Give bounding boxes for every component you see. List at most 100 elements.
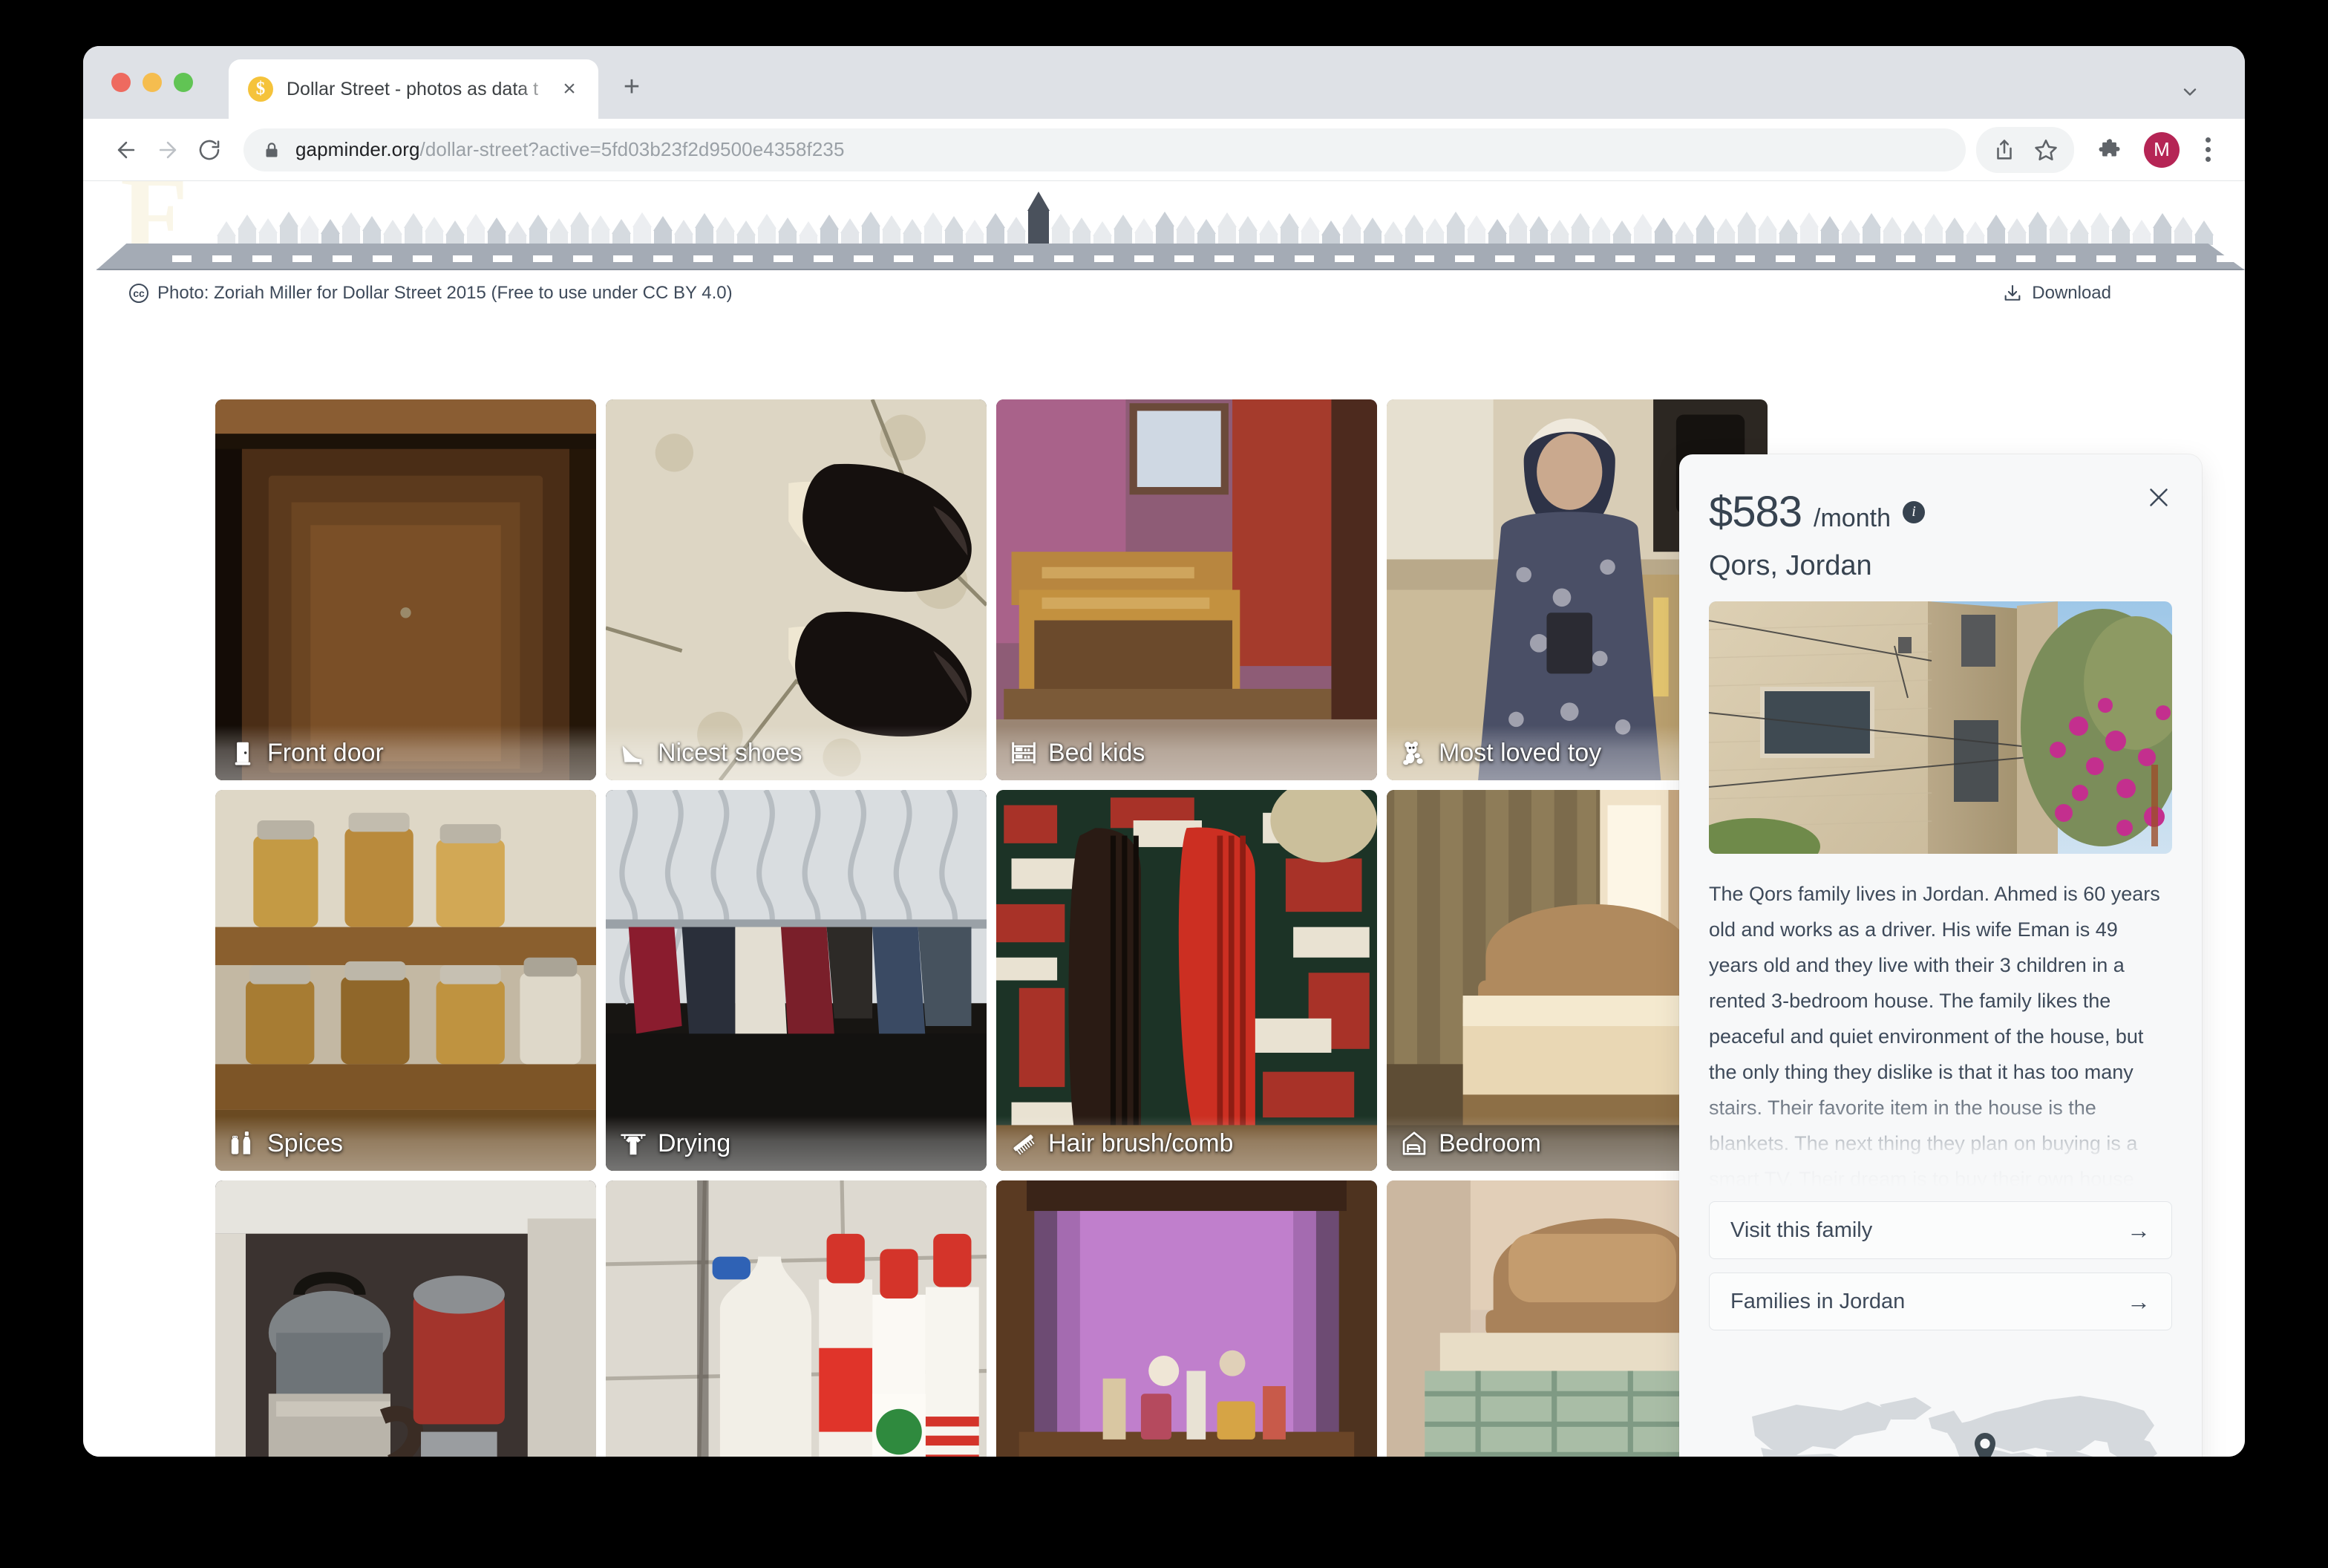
street-house[interactable] [736, 220, 756, 245]
photo-card[interactable]: Spices [215, 790, 596, 1171]
photo-card[interactable] [215, 1180, 596, 1457]
street-house[interactable] [279, 212, 298, 245]
extensions-puzzle-icon[interactable] [2089, 129, 2131, 171]
street-house[interactable] [1716, 218, 1736, 245]
address-bar[interactable]: gapminder.org/dollar-street?active=5fd03… [243, 128, 1966, 172]
street-house[interactable] [923, 212, 943, 245]
photo-card[interactable] [606, 1180, 987, 1457]
street-house[interactable] [1966, 221, 1985, 245]
street-house[interactable] [1363, 218, 1382, 245]
street-house[interactable] [1051, 214, 1070, 245]
street-house[interactable] [1405, 215, 1424, 245]
street-house[interactable] [2049, 215, 2068, 245]
close-icon[interactable]: × [555, 75, 583, 103]
photo-card[interactable]: Nicest shoes [606, 399, 987, 780]
street-house[interactable] [1072, 218, 1091, 245]
street-house[interactable] [1675, 221, 1694, 245]
profile-avatar[interactable]: M [2144, 131, 2180, 168]
photo-card[interactable]: Front door [215, 399, 596, 780]
street-house[interactable] [591, 215, 610, 245]
street-house[interactable] [861, 212, 880, 245]
street-house[interactable] [716, 217, 735, 245]
street-house[interactable] [1280, 213, 1299, 245]
street-house[interactable] [1758, 215, 1777, 245]
street-houses[interactable] [83, 192, 2245, 245]
street-house[interactable] [1488, 219, 1507, 245]
street-house[interactable] [1197, 219, 1216, 245]
maximize-window-button[interactable] [174, 73, 193, 92]
street-house-active[interactable] [1027, 192, 1050, 245]
street-house[interactable] [674, 220, 693, 245]
street-house[interactable] [2111, 216, 2131, 245]
street-house[interactable] [1007, 217, 1026, 245]
street-house[interactable] [2028, 212, 2047, 245]
back-icon[interactable] [105, 129, 147, 171]
street-house[interactable] [840, 218, 860, 245]
street-house[interactable] [1301, 217, 1320, 245]
street-house[interactable] [1862, 213, 1881, 245]
street-house[interactable] [529, 215, 548, 245]
street-house[interactable] [944, 216, 964, 245]
street-house[interactable] [882, 215, 901, 245]
street-house[interactable] [238, 215, 257, 245]
three-dot-menu-icon[interactable] [2193, 132, 2223, 168]
street-house[interactable] [1820, 216, 1840, 245]
street-house[interactable] [341, 212, 361, 245]
street-house[interactable] [1779, 219, 1798, 245]
street-house[interactable] [1217, 212, 1237, 245]
street-house[interactable] [1114, 215, 1133, 245]
street-house[interactable] [1945, 218, 1964, 245]
street-house[interactable] [2090, 212, 2110, 245]
visit-this-family-button[interactable]: Visit this family → [1709, 1201, 2172, 1259]
street-house[interactable] [612, 219, 631, 245]
share-icon[interactable] [1984, 129, 2025, 171]
street-house[interactable] [2007, 218, 2027, 245]
street-house[interactable] [2174, 217, 2193, 245]
street-house[interactable] [1903, 220, 1923, 245]
street-house[interactable] [820, 215, 839, 245]
street-house[interactable] [653, 216, 673, 245]
photo-card[interactable]: Bed kids [996, 399, 1377, 780]
street-house[interactable] [986, 213, 1005, 245]
street-house[interactable] [1737, 212, 1756, 245]
street-house[interactable] [466, 214, 485, 245]
street-house[interactable] [1654, 218, 1673, 245]
street-house[interactable] [903, 219, 922, 245]
street-house[interactable] [300, 215, 319, 245]
chevron-down-icon[interactable] [2175, 77, 2205, 107]
street-house[interactable] [1425, 218, 1445, 245]
families-in-jordan-button[interactable]: Families in Jordan → [1709, 1273, 2172, 1330]
photo-card[interactable]: Hair brush/comb [996, 790, 1377, 1171]
street-house[interactable] [1259, 220, 1278, 245]
street-house[interactable] [695, 213, 714, 245]
street-house[interactable] [1467, 215, 1486, 245]
street-house[interactable] [1592, 217, 1611, 245]
dollar-street-banner[interactable]: F [83, 181, 2245, 270]
photo-card[interactable] [996, 1180, 1377, 1457]
street-house[interactable] [1924, 214, 1943, 245]
close-icon[interactable] [2139, 478, 2178, 517]
street-house[interactable] [1176, 215, 1195, 245]
street-house[interactable] [258, 218, 278, 245]
street-house[interactable] [508, 221, 527, 245]
street-house[interactable] [965, 220, 984, 245]
new-tab-button[interactable]: + [615, 70, 649, 104]
street-house[interactable] [1841, 220, 1860, 245]
street-house[interactable] [1446, 212, 1465, 245]
street-house[interactable] [383, 220, 402, 245]
street-house[interactable] [445, 220, 465, 245]
street-house[interactable] [321, 219, 340, 245]
close-window-button[interactable] [111, 73, 131, 92]
street-house[interactable] [778, 218, 797, 245]
street-house[interactable] [2070, 219, 2089, 245]
street-house[interactable] [2132, 220, 2151, 245]
street-house[interactable] [1342, 214, 1361, 245]
street-house[interactable] [632, 212, 652, 245]
street-house[interactable] [1134, 218, 1154, 245]
street-house[interactable] [549, 218, 569, 245]
street-house[interactable] [1987, 215, 2006, 245]
family-house-photo[interactable] [1709, 601, 2172, 854]
street-house[interactable] [1529, 216, 1549, 245]
street-house[interactable] [1093, 221, 1112, 245]
street-house[interactable] [1155, 212, 1174, 245]
